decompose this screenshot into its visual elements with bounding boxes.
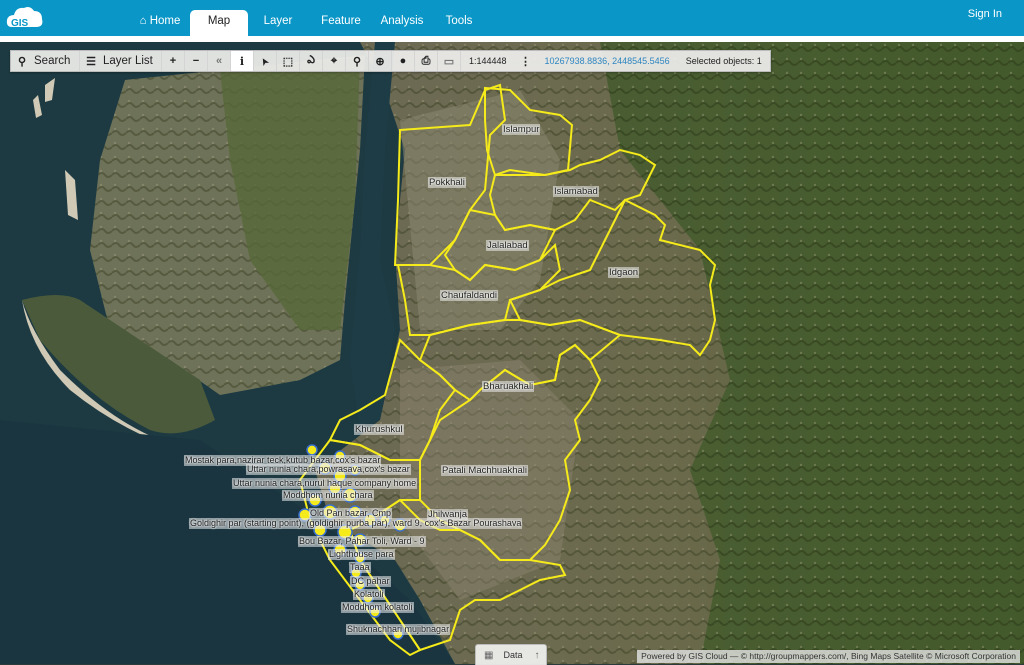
tab-feature[interactable]: Feature — [310, 10, 372, 36]
gis-cloud-logo[interactable]: GIS — [6, 3, 46, 31]
search-icon: ⚲ — [17, 55, 27, 68]
info-tool-button[interactable]: i — [231, 51, 254, 71]
layer-list-label: Layer List — [103, 55, 153, 67]
freehand-icon: ఎ — [307, 53, 315, 66]
map-attribution: Powered by GIS Cloud — © http://groupmap… — [637, 650, 1020, 663]
zoom-out-button[interactable]: − — [185, 51, 208, 71]
selected-objects-count: Selected objects: 1 — [685, 56, 762, 66]
search-button[interactable]: ⚲ Search — [11, 51, 80, 71]
tab-home[interactable]: ⌂ Home — [130, 10, 190, 36]
zoom-out-icon: − — [192, 55, 200, 67]
box-select-button[interactable]: ⬚ — [277, 51, 300, 71]
area-label-pokkhali: Pokkhali — [428, 177, 466, 188]
pin-button[interactable]: ⚲ — [346, 51, 369, 71]
svg-text:GIS: GIS — [11, 18, 29, 29]
select-pointer-icon: ➤ — [258, 55, 271, 68]
point-label: Uttar nunia chara,powrasava,cox's bazar — [246, 464, 411, 475]
print-button[interactable]: ⎙ — [415, 51, 438, 71]
point-label: Uttar nunia chara,nurul haque company ho… — [232, 478, 418, 489]
area-label-islamabad: Islamabad — [553, 186, 599, 197]
pin-icon: ⚲ — [352, 55, 362, 68]
point-label: Bou Bazar, Pahar Toli, Ward - 9 — [298, 536, 426, 547]
point-label: Shuknachhari mujibnagar — [346, 624, 451, 635]
map-canvas[interactable]: Islampur Pokkhali Islamabad Jalalabad Id… — [0, 42, 1024, 664]
cursor-coordinates: 10267938.8836, 2448545.5456 — [544, 56, 670, 66]
measure-icon: ▭ — [443, 55, 455, 68]
map-scale: 1:144448 — [469, 56, 507, 66]
point-label: Goldighir par (starting point), (goldigh… — [189, 518, 523, 529]
point-label: Moddhom kolatoli — [341, 602, 414, 613]
area-label-patali-machhuakhali: Patali Machhuakhali — [441, 465, 529, 476]
zoom-in-icon: + — [169, 55, 177, 67]
locate-icon: ⌖ — [330, 54, 338, 67]
select-tool-button[interactable]: ➤ — [254, 51, 277, 71]
map-point — [306, 444, 318, 456]
measure-button[interactable]: ▭ — [438, 51, 461, 71]
point-label: Lighthouse para — [328, 549, 395, 560]
tab-tools-label: Tools — [445, 15, 473, 27]
zoom-extent-button[interactable]: ⊕ — [369, 51, 392, 71]
data-panel-label: Data — [503, 650, 523, 660]
area-label-jalalabad: Jalalabad — [486, 240, 529, 251]
globe-icon: ● — [399, 55, 407, 67]
more-vertical-icon: ⋮ — [520, 55, 532, 68]
tab-layer-label: Layer — [263, 15, 293, 27]
map-toolbar: ⚲ Search ☰ Layer List + − « i ➤ ⬚ ఎ ⌖ ⚲ … — [10, 50, 771, 72]
collapse-button[interactable]: « — [208, 51, 231, 71]
list-icon: ☰ — [86, 55, 96, 68]
data-panel-toggle[interactable]: ▦ Data ↑ — [475, 644, 547, 665]
satellite-map — [0, 42, 1024, 664]
point-label: Kolatoli — [353, 589, 385, 600]
more-options-button[interactable]: ⋮ — [515, 51, 537, 71]
point-label: Moddhom nunia chara — [282, 490, 374, 501]
grid-icon: ▦ — [484, 649, 494, 661]
search-label: Search — [34, 55, 71, 67]
point-label: DC pahar — [350, 576, 391, 587]
collapse-icon: « — [215, 55, 223, 67]
area-label-idgaon: Idgaon — [608, 267, 640, 278]
box-select-icon: ⬚ — [282, 55, 294, 68]
tab-tools[interactable]: Tools — [432, 10, 486, 36]
point-label: Taaa — [349, 562, 371, 573]
locate-button[interactable]: ⌖ — [323, 51, 346, 71]
sign-in-link[interactable]: Sign In — [968, 8, 1002, 20]
area-label-bharuakhali: Bharuakhali — [482, 381, 535, 392]
print-icon: ⎙ — [421, 54, 431, 67]
zoom-in-button[interactable]: + — [162, 51, 185, 71]
tab-map-label: Map — [207, 15, 231, 27]
tab-analysis-label: Analysis — [380, 15, 424, 27]
main-nav: ⌂ Home Map Layer Feature Analysis Tools — [130, 10, 486, 41]
tab-layer[interactable]: Layer — [250, 10, 306, 36]
freehand-button[interactable]: ఎ — [300, 51, 323, 71]
arrow-up-icon: ↑ — [534, 649, 540, 661]
globe-button[interactable]: ● — [392, 51, 415, 71]
tab-home-label: Home — [149, 15, 181, 27]
tab-feature-label: Feature — [321, 15, 361, 27]
area-label-chaufaldandi: Chaufaldandi — [440, 290, 498, 301]
tab-analysis[interactable]: Analysis — [372, 10, 432, 36]
info-icon: i — [239, 54, 245, 68]
area-label-khurushkul: Khurushkul — [354, 424, 404, 435]
zoom-extent-icon: ⊕ — [375, 55, 385, 68]
layer-list-button[interactable]: ☰ Layer List — [80, 51, 162, 71]
home-icon: ⌂ — [139, 15, 147, 27]
top-navigation-bar: GIS ⌂ Home Map Layer Feature Analysis To… — [0, 0, 1024, 41]
area-label-islampur: Islampur — [502, 124, 541, 135]
